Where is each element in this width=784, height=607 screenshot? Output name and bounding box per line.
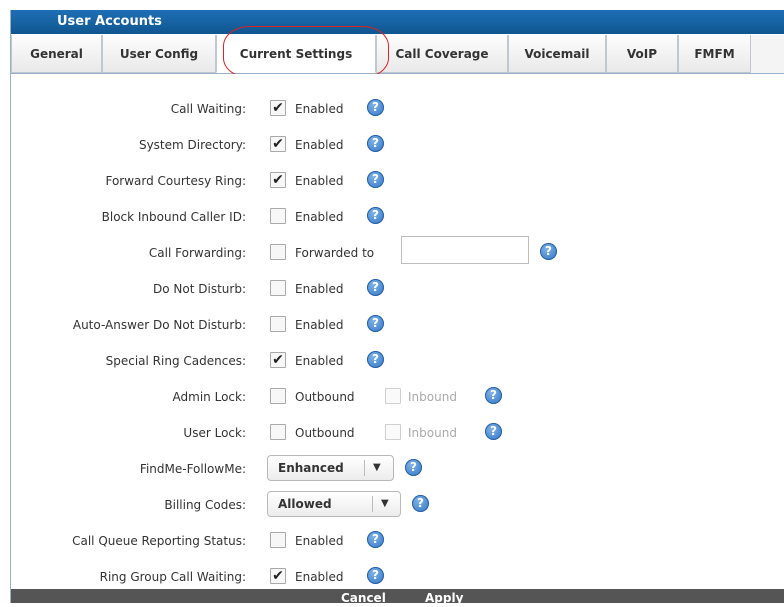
auto-answer-dnd-label: Auto-Answer Do Not Disturb: — [72, 318, 246, 332]
tab-current-settings[interactable]: Current Settings — [216, 35, 376, 73]
admin-lock-inbound-option: Inbound — [408, 390, 457, 404]
user-lock-outbound-checkbox[interactable] — [270, 424, 286, 440]
ring-group-call-waiting-checkbox[interactable]: ✔ — [270, 568, 286, 584]
help-icon[interactable]: ? — [485, 387, 502, 404]
help-icon[interactable]: ? — [367, 135, 384, 152]
block-inbound-caller-id-checkbox[interactable] — [270, 208, 286, 224]
user-accounts-panel: User Accounts General User Config Curren… — [10, 10, 784, 605]
row-special-ring-cadences: Special Ring Cadences: ✔ Enabled ? — [11, 350, 784, 372]
do-not-disturb-checkbox[interactable] — [270, 280, 286, 296]
help-icon[interactable]: ? — [367, 567, 384, 584]
help-icon[interactable]: ? — [485, 423, 502, 440]
ring-group-call-waiting-option: Enabled — [295, 570, 344, 584]
user-lock-inbound-checkbox — [385, 424, 401, 440]
do-not-disturb-option: Enabled — [295, 282, 344, 296]
help-icon[interactable]: ? — [367, 351, 384, 368]
row-auto-answer-dnd: Auto-Answer Do Not Disturb: Enabled ? — [11, 314, 784, 336]
user-lock-outbound-option: Outbound — [295, 426, 355, 440]
call-forwarding-checkbox[interactable] — [270, 244, 286, 260]
auto-answer-dnd-checkbox[interactable] — [270, 316, 286, 332]
system-directory-label: System Directory: — [138, 138, 246, 152]
chevron-down-icon: ▼ — [373, 462, 381, 473]
tab-voip[interactable]: VoIP — [606, 35, 678, 73]
tab-general[interactable]: General — [11, 35, 102, 73]
help-icon[interactable]: ? — [540, 243, 557, 260]
findme-followme-select[interactable]: Enhanced ▼ — [267, 455, 394, 481]
cancel-button[interactable]: Cancel — [341, 589, 386, 607]
help-icon[interactable]: ? — [367, 99, 384, 116]
row-call-waiting: Call Waiting: ✔ Enabled ? — [11, 98, 784, 120]
admin-lock-label: Admin Lock: — [172, 390, 246, 404]
row-user-lock: User Lock: Outbound Inbound ? — [11, 422, 784, 444]
block-inbound-caller-id-option: Enabled — [295, 210, 344, 224]
row-ring-group-call-waiting: Ring Group Call Waiting: ✔ Enabled ? — [11, 566, 784, 588]
user-lock-inbound-option: Inbound — [408, 426, 457, 440]
admin-lock-outbound-checkbox[interactable] — [270, 388, 286, 404]
billing-codes-select[interactable]: Allowed ▼ — [267, 491, 401, 517]
tab-bar: General User Config Current Settings Cal… — [11, 35, 784, 74]
row-block-inbound-caller-id: Block Inbound Caller ID: Enabled ? — [11, 206, 784, 228]
call-queue-reporting-label: Call Queue Reporting Status: — [72, 534, 246, 548]
row-do-not-disturb: Do Not Disturb: Enabled ? — [11, 278, 784, 300]
do-not-disturb-label: Do Not Disturb: — [153, 282, 246, 296]
help-icon[interactable]: ? — [412, 495, 429, 512]
apply-button[interactable]: Apply — [425, 589, 463, 607]
tab-voicemail[interactable]: Voicemail — [508, 35, 606, 73]
footer-bar: Cancel Apply — [11, 589, 784, 605]
billing-codes-value: Allowed — [278, 497, 332, 511]
help-icon[interactable]: ? — [367, 315, 384, 332]
block-inbound-caller-id-label: Block Inbound Caller ID: — [101, 210, 246, 224]
admin-lock-outbound-option: Outbound — [295, 390, 355, 404]
select-separator — [372, 496, 373, 512]
tab-call-coverage[interactable]: Call Coverage — [376, 35, 508, 73]
tab-user-config[interactable]: User Config — [102, 35, 216, 73]
findme-followme-value: Enhanced — [278, 461, 344, 475]
help-icon[interactable]: ? — [405, 459, 422, 476]
help-icon[interactable]: ? — [367, 531, 384, 548]
chevron-down-icon: ▼ — [381, 498, 389, 509]
findme-followme-label: FindMe-FollowMe: — [139, 462, 246, 476]
call-forwarding-label: Call Forwarding: — [148, 246, 246, 260]
admin-lock-inbound-checkbox — [385, 388, 401, 404]
user-lock-label: User Lock: — [183, 426, 246, 440]
system-directory-option: Enabled — [295, 138, 344, 152]
tab-fmfm[interactable]: FMFM — [678, 35, 751, 73]
ring-group-call-waiting-label: Ring Group Call Waiting: — [99, 570, 246, 584]
row-call-forwarding: Call Forwarding: Forwarded to ? — [11, 236, 784, 264]
settings-form: Call Waiting: ✔ Enabled ? System Directo… — [11, 74, 784, 589]
row-system-directory: System Directory: ✔ Enabled ? — [11, 134, 784, 156]
special-ring-cadences-label: Special Ring Cadences: — [105, 354, 246, 368]
special-ring-cadences-option: Enabled — [295, 354, 344, 368]
help-icon[interactable]: ? — [367, 171, 384, 188]
forward-courtesy-ring-label: Forward Courtesy Ring: — [105, 174, 246, 188]
select-separator — [364, 460, 365, 476]
call-queue-reporting-option: Enabled — [295, 534, 344, 548]
window-title-bar: User Accounts — [11, 10, 784, 34]
call-waiting-label: Call Waiting: — [170, 102, 246, 116]
row-findme-followme: FindMe-FollowMe: Enhanced ▼ ? — [11, 455, 784, 481]
system-directory-checkbox[interactable]: ✔ — [270, 136, 286, 152]
special-ring-cadences-checkbox[interactable]: ✔ — [270, 352, 286, 368]
call-queue-reporting-checkbox[interactable] — [270, 532, 286, 548]
window-title: User Accounts — [57, 14, 162, 29]
forward-to-input[interactable] — [401, 236, 529, 264]
forward-courtesy-ring-option: Enabled — [295, 174, 344, 188]
call-waiting-option: Enabled — [295, 102, 344, 116]
billing-codes-label: Billing Codes: — [164, 498, 246, 512]
auto-answer-dnd-option: Enabled — [295, 318, 344, 332]
row-forward-courtesy-ring: Forward Courtesy Ring: ✔ Enabled ? — [11, 170, 784, 192]
row-billing-codes: Billing Codes: Allowed ▼ ? — [11, 491, 784, 517]
call-waiting-checkbox[interactable]: ✔ — [270, 100, 286, 116]
help-icon[interactable]: ? — [367, 207, 384, 224]
row-admin-lock: Admin Lock: Outbound Inbound ? — [11, 386, 784, 408]
row-call-queue-reporting: Call Queue Reporting Status: Enabled ? — [11, 530, 784, 552]
help-icon[interactable]: ? — [367, 279, 384, 296]
forward-courtesy-ring-checkbox[interactable]: ✔ — [270, 172, 286, 188]
call-forwarding-option: Forwarded to — [295, 246, 375, 260]
